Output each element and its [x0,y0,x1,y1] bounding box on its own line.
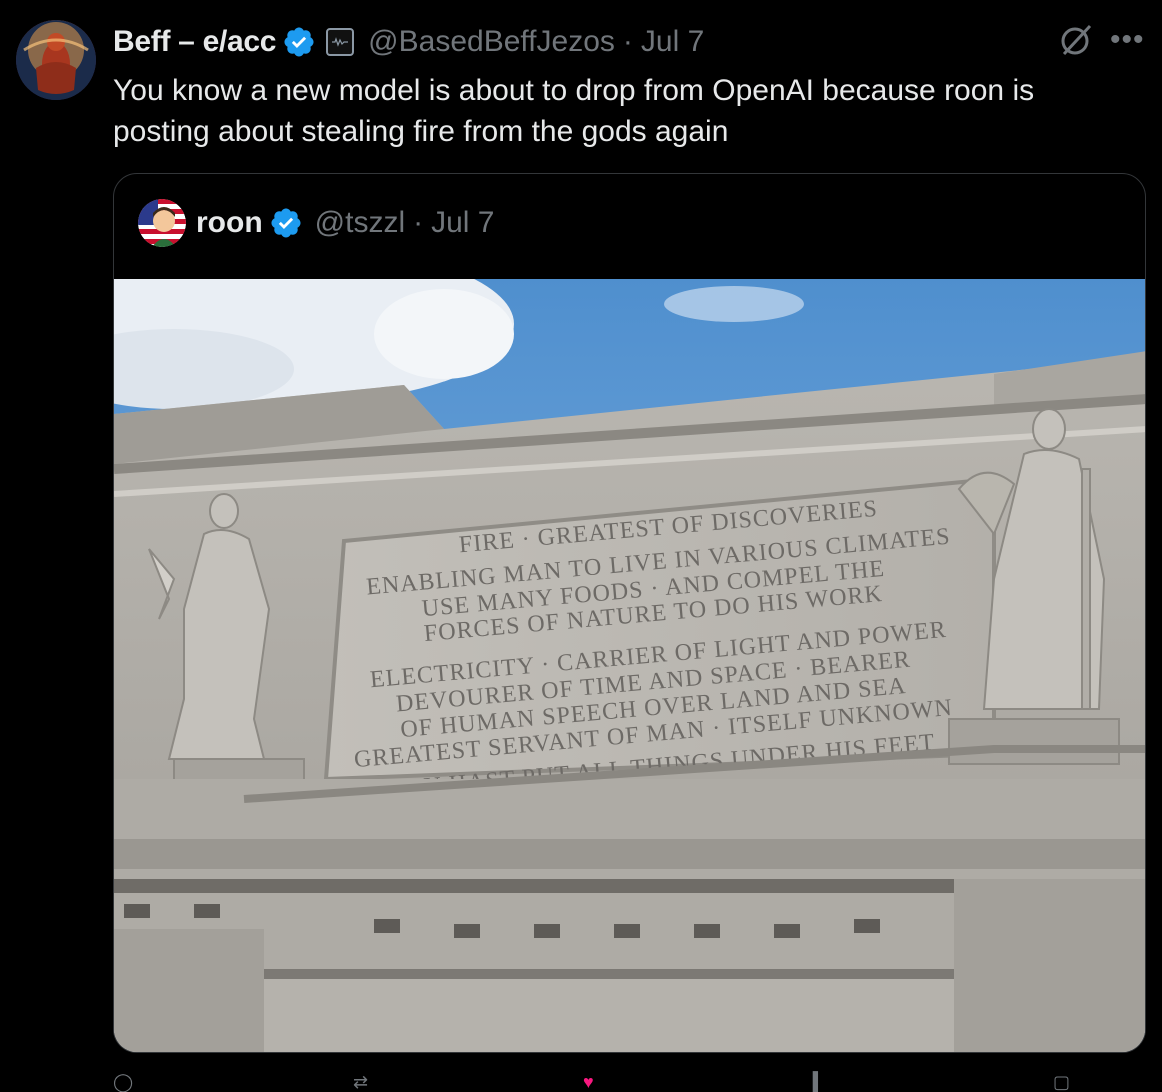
post-date[interactable]: Jul 7 [641,25,704,59]
action-bar: ◯ ⇄ ♥ ▍ ▢ [113,1073,1113,1091]
like-icon[interactable]: ♥ [583,1073,594,1091]
quoted-post-photo[interactable]: FIRE · GREATEST OF DISCOVERIES ENABLING … [114,279,1145,1052]
bookmark-icon[interactable]: ▢ [1053,1073,1070,1091]
more-icon[interactable]: ••• [1110,25,1145,55]
quoted-author-handle[interactable]: @tszzl [315,206,405,240]
separator-dot: · [413,206,424,239]
quoted-author-name[interactable]: roon [196,206,263,240]
post-header: Beff – e/acc @BasedBeffJezos · Jul 7 [113,22,704,62]
quoted-post-header: roon @tszzl · Jul 7 [138,198,495,248]
author-name[interactable]: Beff – e/acc [113,25,276,59]
affiliation-badge-icon[interactable] [326,28,355,56]
grok-icon[interactable] [1058,22,1094,58]
verified-badge-icon[interactable] [269,206,303,240]
author-handle[interactable]: @BasedBeffJezos [368,25,615,59]
quoted-post-date[interactable]: Jul 7 [431,206,494,240]
reply-icon[interactable]: ◯ [113,1073,133,1091]
verified-badge-icon[interactable] [282,25,316,59]
separator-dot: · [622,25,633,58]
views-icon[interactable]: ▍ [813,1073,827,1091]
author-avatar[interactable] [16,20,96,100]
tweet[interactable]: Beff – e/acc @BasedBeffJezos · Jul 7 •••… [0,0,1162,1091]
quoted-author-avatar[interactable] [138,199,186,247]
post-text: You know a new model is about to drop fr… [113,74,1035,148]
quoted-post[interactable]: roon @tszzl · Jul 7 FIRE · GREATEST OF D… [113,173,1146,1053]
repost-icon[interactable]: ⇄ [353,1073,368,1091]
